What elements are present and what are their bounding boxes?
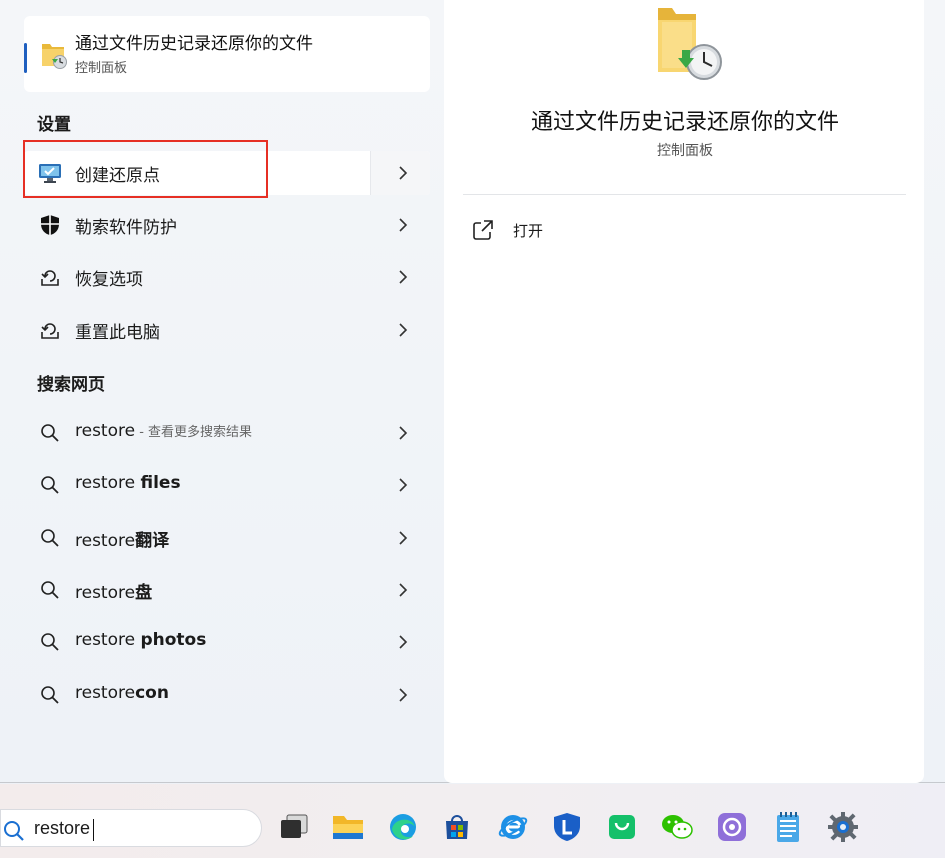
system-restore-monitor-icon (38, 162, 62, 184)
result-label: 恢复选项 (75, 270, 143, 290)
result-create-restore-point[interactable]: 创建还原点 (24, 151, 430, 195)
chevron-right-icon (394, 424, 412, 442)
chevron-right-icon (394, 633, 412, 651)
result-label: restorecon (75, 683, 169, 703)
taskbar: restore (0, 784, 945, 858)
chevron-right-icon (394, 581, 412, 599)
settings-gear-icon[interactable] (826, 810, 860, 844)
search-input[interactable]: restore (34, 818, 90, 839)
search-icon (38, 474, 62, 496)
search-icon (3, 820, 25, 842)
best-match-card[interactable]: 通过文件历史记录还原你的文件 控制面板 (24, 16, 430, 92)
search-icon (38, 527, 62, 549)
reset-pc-icon (38, 319, 62, 341)
shopping-bag-app-icon[interactable] (605, 810, 639, 844)
chevron-right-icon (394, 529, 412, 547)
result-label: 创建还原点 (75, 166, 160, 186)
open-external-icon (472, 219, 494, 241)
result-reset-this-pc[interactable]: 重置此电脑 (24, 308, 430, 352)
divider (463, 194, 906, 195)
microsoft-store-icon[interactable] (440, 810, 474, 844)
result-label: restore - 查看更多搜索结果 (75, 421, 253, 441)
selection-accent (24, 43, 27, 73)
lenovo-app-icon[interactable] (550, 810, 584, 844)
result-label: restore翻译 (75, 531, 170, 551)
web-result-restore-disk[interactable]: restore盘 (24, 568, 430, 612)
text-caret (93, 819, 94, 841)
search-icon (38, 631, 62, 653)
shield-icon (38, 214, 62, 236)
open-label: 打开 (513, 221, 544, 240)
result-recovery-options[interactable]: 恢复选项 (24, 255, 430, 299)
notepad-icon[interactable] (771, 810, 805, 844)
result-label: 勒索软件防护 (75, 218, 177, 238)
preview-subtitle: 控制面板 (657, 143, 713, 159)
web-result-restorecon[interactable]: restorecon (24, 673, 430, 717)
web-result-restore-photos[interactable]: restore photos (24, 620, 430, 664)
result-label: restore盘 (75, 583, 153, 603)
best-match-title: 通过文件历史记录还原你的文件 (75, 34, 313, 54)
ie-browser-icon[interactable] (496, 810, 530, 844)
search-icon (38, 579, 62, 601)
chevron-right-icon (394, 321, 412, 339)
chevron-right-icon (394, 686, 412, 704)
search-icon (38, 422, 62, 444)
search-flyout: 通过文件历史记录还原你的文件 控制面板 设置 创建还原点 勒索软件防护 恢复选项… (0, 0, 945, 783)
file-explorer-icon[interactable] (331, 810, 365, 844)
settings-header: 设置 (37, 115, 71, 135)
web-search-header: 搜索网页 (37, 375, 105, 395)
recovery-icon (38, 266, 62, 288)
preview-title: 通过文件历史记录还原你的文件 (530, 110, 839, 135)
camera-app-icon[interactable] (715, 810, 749, 844)
result-label: 重置此电脑 (75, 323, 160, 343)
preview-pane: 通过文件历史记录还原你的文件 控制面板 打开 (444, 0, 924, 783)
best-match-subtitle: 控制面板 (75, 61, 128, 76)
web-result-restore[interactable]: restore - 查看更多搜索结果 (24, 411, 430, 455)
chevron-right-icon (394, 476, 412, 494)
open-action[interactable]: 打开 (472, 216, 543, 244)
search-icon (38, 684, 62, 706)
results-pane: 通过文件历史记录还原你的文件 控制面板 设置 创建还原点 勒索软件防护 恢复选项… (0, 0, 444, 783)
chevron-right-icon (394, 216, 412, 234)
result-label: restore photos (75, 630, 207, 650)
task-view-icon[interactable] (277, 810, 311, 844)
web-result-restore-translate[interactable]: restore翻译 (24, 516, 430, 560)
chevron-right-icon (394, 268, 412, 286)
chevron-right-icon (394, 164, 412, 182)
web-result-restore-files[interactable]: restore files (24, 463, 430, 507)
file-history-icon (40, 40, 68, 70)
file-history-icon (656, 6, 726, 82)
taskbar-search-box[interactable]: restore (0, 809, 262, 847)
edge-icon[interactable] (386, 810, 420, 844)
result-label: restore files (75, 473, 181, 493)
result-ransomware-protection[interactable]: 勒索软件防护 (24, 203, 430, 247)
wechat-icon[interactable] (660, 810, 694, 844)
